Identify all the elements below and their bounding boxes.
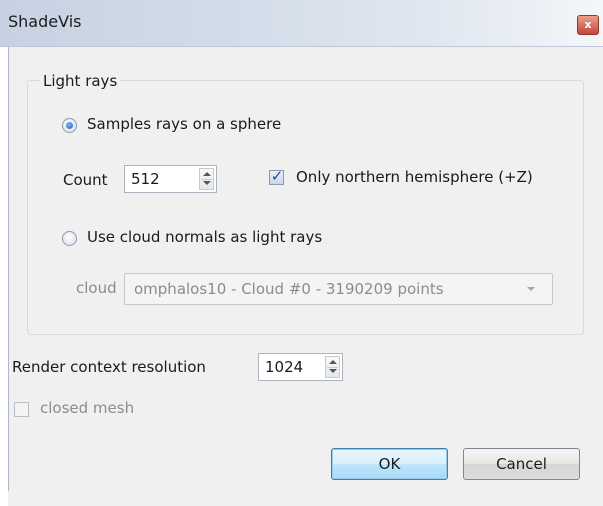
count-spinbox[interactable]: 512 [124,165,217,193]
render-resolution-value[interactable]: 1024 [265,358,303,376]
cancel-button[interactable]: Cancel [463,448,580,480]
render-resolution-spinbox[interactable]: 1024 [258,353,343,381]
northern-hemisphere-label[interactable]: Only northern hemisphere (+Z) [296,168,533,186]
radio-unchecked-icon[interactable] [62,231,77,246]
spin-arrows-icon[interactable] [325,356,340,378]
spin-down-icon[interactable] [203,181,211,185]
checkbox-checked-icon[interactable]: ✓ [269,167,284,185]
cloud-select[interactable]: omphalos10 - Cloud #0 - 3190209 points [124,273,553,305]
ok-button[interactable]: OK [331,448,448,480]
light-rays-group-title: Light rays [40,72,121,90]
spin-up-icon[interactable] [329,360,337,364]
checkbox-unchecked-icon[interactable] [14,402,29,417]
count-label: Count [63,171,108,189]
chevron-down-icon[interactable] [527,287,535,291]
checkmark-icon: ✓ [270,167,284,185]
close-icon[interactable]: x [577,15,599,35]
spin-down-icon[interactable] [329,369,337,373]
dialog-bottom-edge [8,491,603,506]
spin-up-icon[interactable] [203,172,211,176]
dialog-window: ShadeVis x Light rays Samples rays on a … [0,0,603,506]
closed-mesh-label[interactable]: closed mesh [40,399,134,417]
cloud-select-value[interactable]: omphalos10 - Cloud #0 - 3190209 points [134,280,444,298]
spin-arrows-icon[interactable] [199,168,214,190]
cloud-normals-option-label[interactable]: Use cloud normals as light rays [87,228,322,246]
render-resolution-label: Render context resolution [12,358,206,376]
radio-checked-icon[interactable] [62,118,77,133]
title-bar[interactable]: ShadeVis x [0,0,603,47]
spin-divider [201,179,212,180]
window-title: ShadeVis [8,12,82,31]
cloud-label: cloud [76,279,117,297]
spin-divider [327,367,338,368]
sphere-rays-option-label[interactable]: Samples rays on a sphere [87,115,281,133]
count-value[interactable]: 512 [131,170,160,188]
